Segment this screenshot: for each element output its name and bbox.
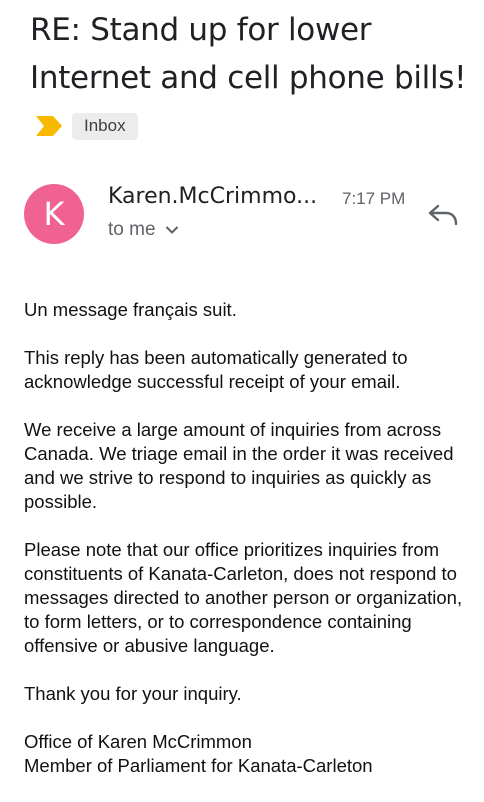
body-line: messages directed to another person or o…	[24, 587, 463, 608]
label-row: Inbox	[36, 112, 138, 140]
body-paragraph: This reply has been automatically genera…	[24, 346, 484, 394]
body-paragraph: We receive a large amount of inquiries f…	[24, 418, 484, 514]
recipient-label: to me	[108, 219, 156, 240]
subject-line: RE: Stand up for lower	[30, 12, 372, 48]
body-line: constituents of Kanata-Carleton, does no…	[24, 563, 457, 584]
body-paragraph: Please note that our office prioritizes …	[24, 538, 484, 658]
body-line: acknowledge successful receipt of your e…	[24, 371, 401, 392]
body-line: Member of Parliament for Kanata-Carleton	[24, 755, 373, 776]
body-line: Thank you for your inquiry.	[24, 683, 242, 704]
reply-arrow-icon[interactable]	[426, 200, 460, 230]
importance-marker-icon[interactable]	[36, 115, 62, 137]
recipient-details-toggle[interactable]: to me	[108, 219, 180, 241]
sender-name[interactable]: Karen.McCrimmo...	[108, 184, 317, 209]
body-paragraph: Office of Karen McCrimmon Member of Parl…	[24, 730, 484, 778]
body-line: Canada. We triage email in the order it …	[24, 443, 454, 464]
body-line: We receive a large amount of inquiries f…	[24, 419, 442, 440]
email-subject: RE: Stand up for lower Internet and cell…	[30, 6, 480, 102]
body-line: possible.	[24, 491, 98, 512]
inbox-label-chip[interactable]: Inbox	[72, 112, 138, 140]
body-line: Please note that our office prioritizes …	[24, 539, 440, 560]
body-paragraph: Thank you for your inquiry.	[24, 682, 484, 706]
body-paragraph: Un message français suit.	[24, 298, 484, 322]
sent-time: 7:17 PM	[342, 189, 406, 208]
email-body: Un message français suit. This reply has…	[24, 298, 484, 802]
sender-avatar[interactable]: K	[24, 184, 84, 244]
body-line: to form letters, or to correspondence co…	[24, 611, 412, 632]
body-line: and we strive to respond to inquiries as…	[24, 467, 432, 488]
body-line: offensive or abusive language.	[24, 635, 275, 656]
chevron-down-icon	[165, 226, 178, 234]
body-line: Un message français suit.	[24, 299, 237, 320]
subject-line: Internet and cell phone bills!	[30, 60, 467, 96]
body-line: This reply has been automatically genera…	[24, 347, 408, 368]
body-line: Office of Karen McCrimmon	[24, 731, 252, 752]
